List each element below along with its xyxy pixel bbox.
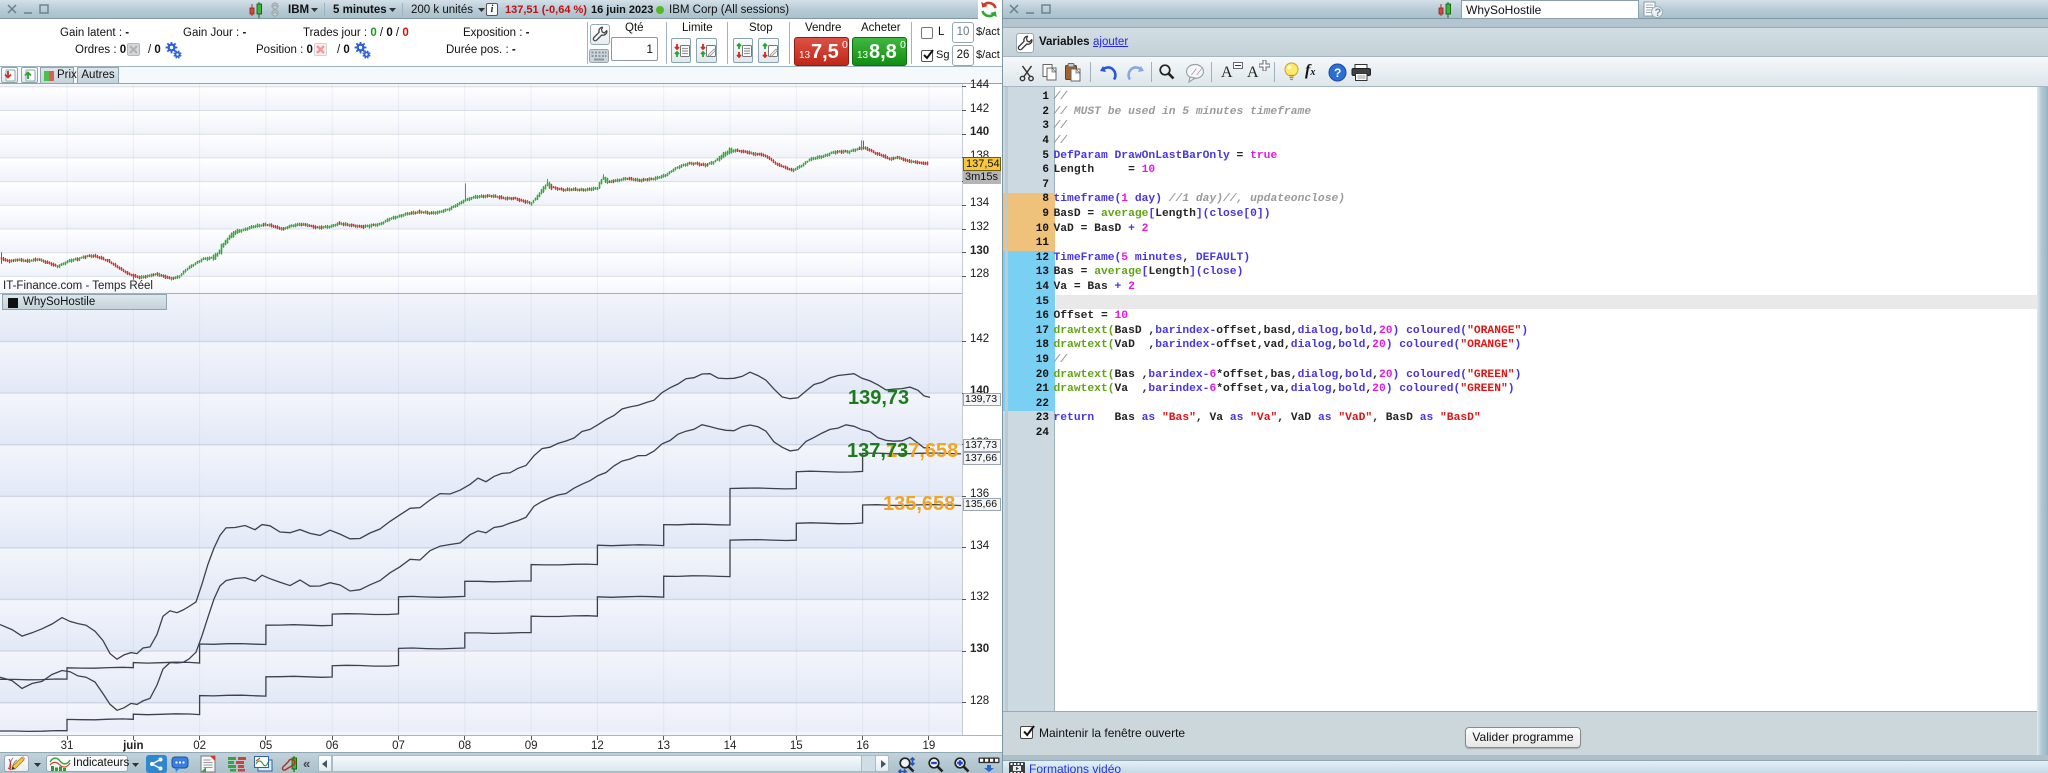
svg-text:137,73: 137,73	[847, 440, 908, 462]
svg-text:?: ?	[1655, 7, 1662, 19]
svg-text:139,73: 139,73	[848, 387, 909, 409]
svg-text://: //	[1191, 68, 1202, 78]
svg-text:?: ?	[1334, 66, 1341, 80]
svg-text:135,658: 135,658	[883, 493, 955, 515]
